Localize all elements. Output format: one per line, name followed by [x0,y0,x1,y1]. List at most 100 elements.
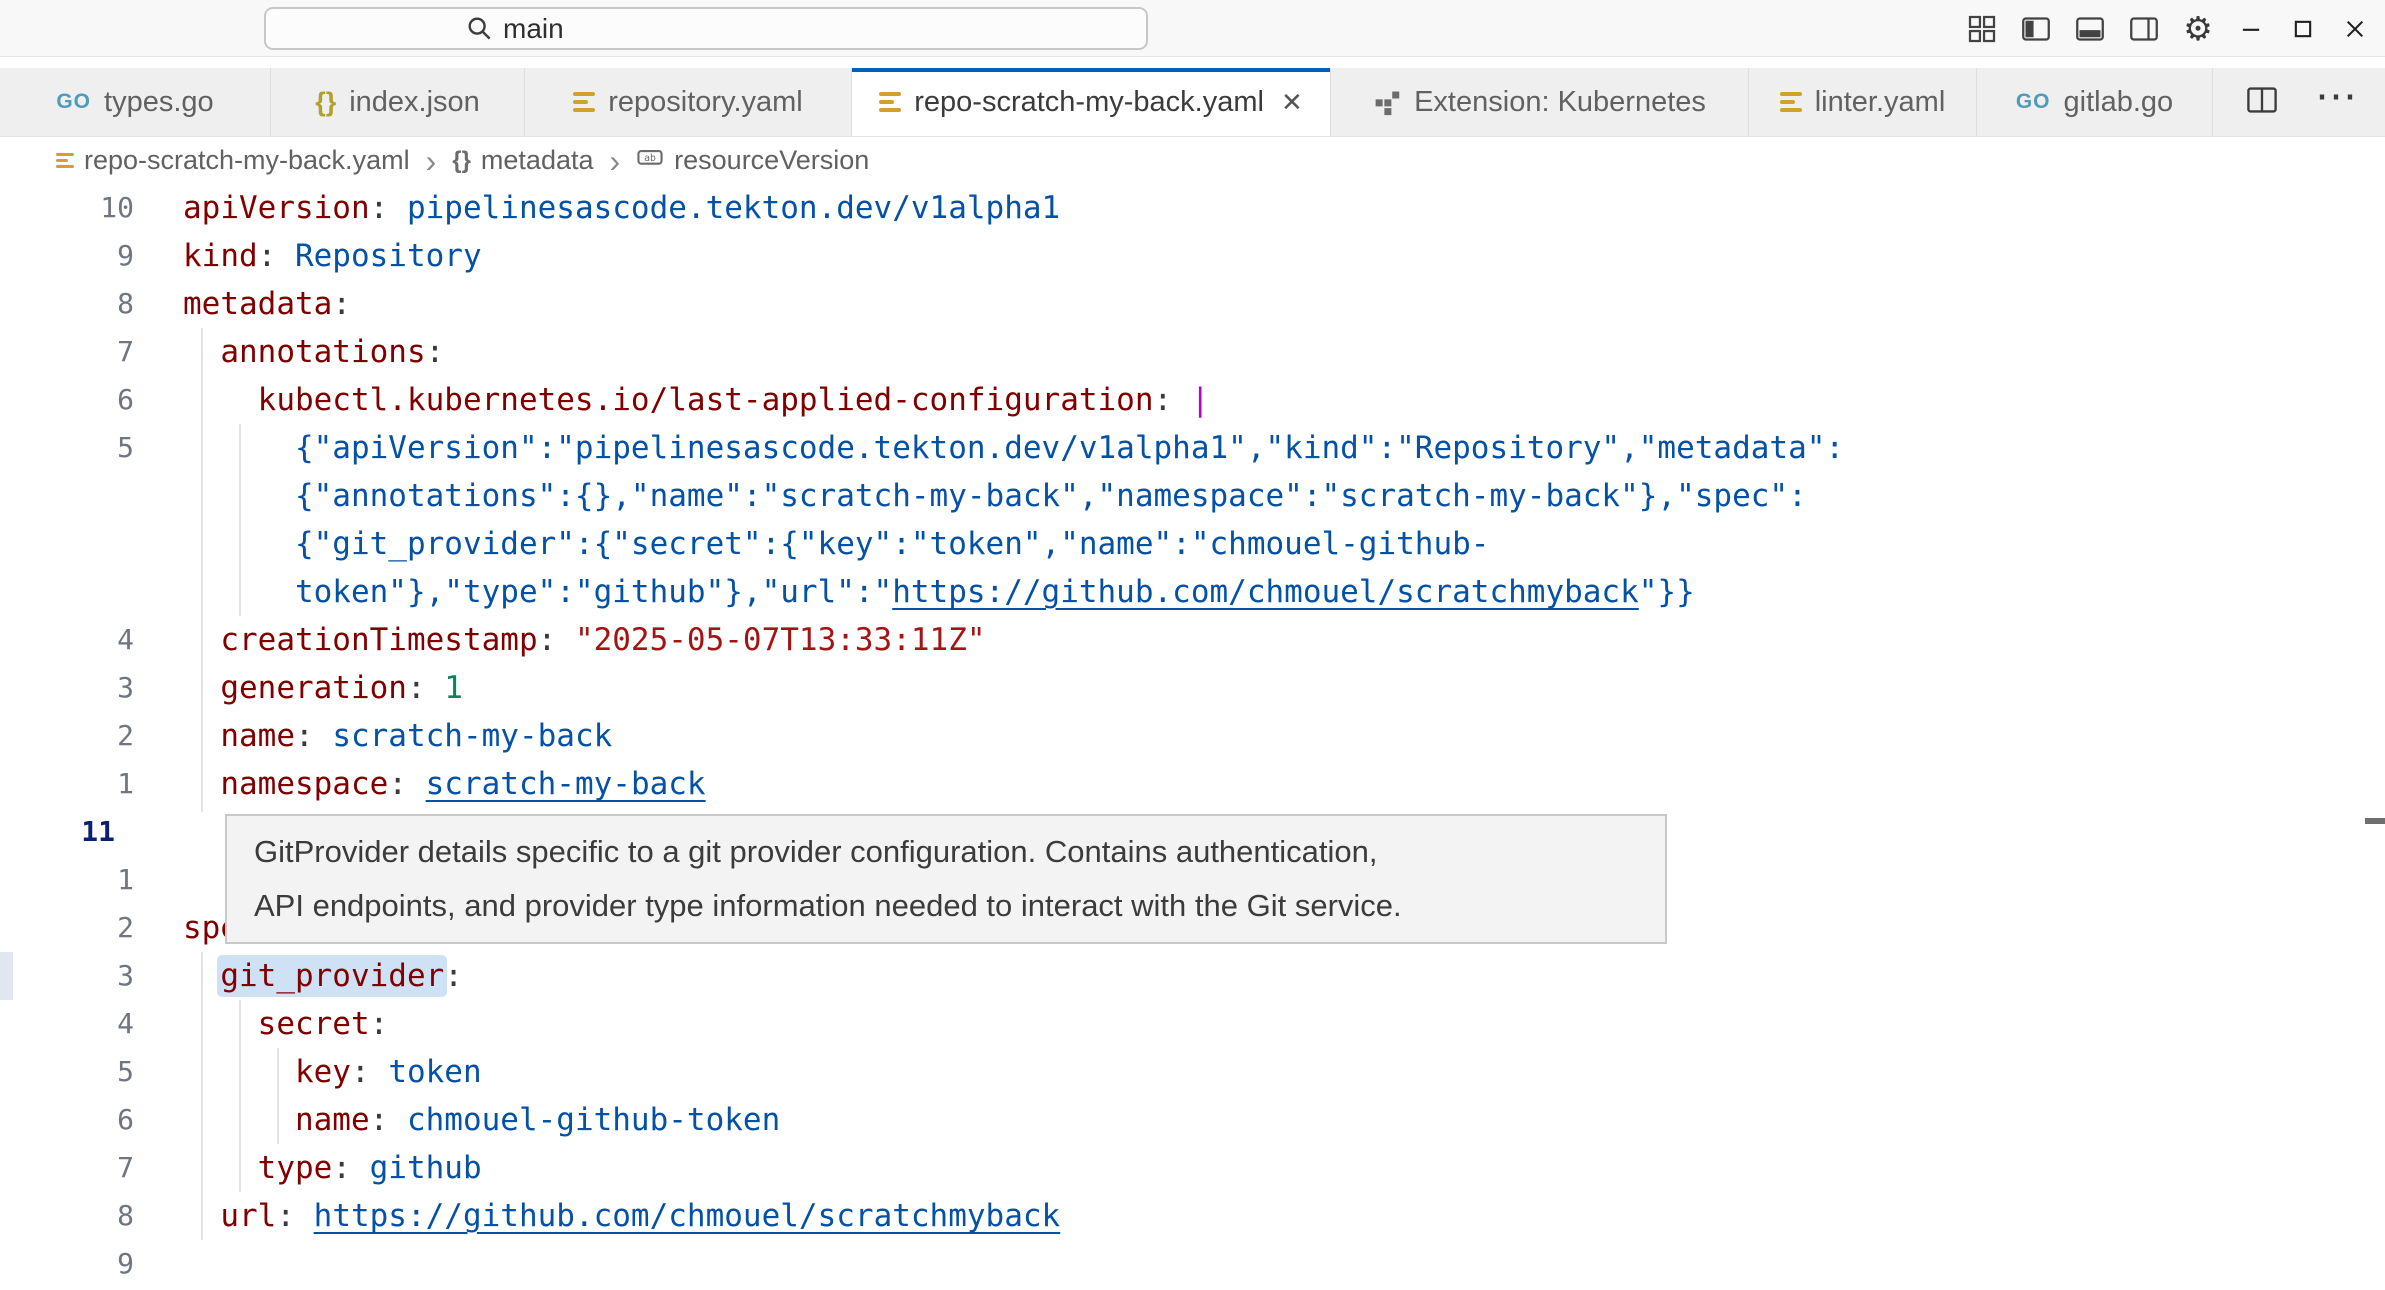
code-token: annotations [183,334,426,370]
title-bar: main ⚙ [0,0,2385,57]
settings-gear-icon[interactable]: ⚙ [2175,7,2221,51]
breadcrumb-member-resourceversion[interactable]: ab resourceVersion [636,143,869,178]
code-token: {"annotations":{},"name":"scratch-my-bac… [183,478,1807,514]
code-link[interactable]: https://github.com/chmouel/scratchmyback [314,1198,1061,1234]
symbol-string-icon: ab [636,143,664,178]
line-number[interactable] [0,520,134,568]
tab-bar: GOtypes.go{}index.jsonrepository.yamlrep… [0,68,2385,137]
command-center-label: main [503,13,564,45]
code-link[interactable]: scratch-my-back [426,766,706,802]
code-line[interactable]: 4 creationTimestamp: "2025-05-07T13:33:1… [0,616,2385,664]
code-text: {"git_provider":{"secret":{"key":"token"… [134,520,1489,568]
line-number[interactable] [0,568,134,616]
breadcrumb-symbol-metadata[interactable]: {} metadata [452,145,593,176]
line-number[interactable]: 10 [0,184,134,232]
code-token: : [370,190,407,226]
editor-scrollbar[interactable] [2365,184,2385,1290]
code-token: {"git_provider":{"secret":{"key":"token"… [183,526,1489,562]
breadcrumb-file[interactable]: repo-scratch-my-back.yaml [56,145,410,176]
code-line[interactable]: 3 git_provider: [0,952,2385,1000]
close-tab-icon[interactable]: ✕ [1281,87,1303,118]
code-token: : [388,766,425,802]
toggle-primary-sidebar-icon[interactable] [2013,7,2059,51]
line-number[interactable]: 9 [0,232,134,280]
code-token: type [183,1150,332,1186]
command-center-search[interactable]: main [264,7,1148,50]
toggle-secondary-sidebar-icon[interactable] [2121,7,2167,51]
tab-label: index.json [349,86,480,119]
tab-repo-scratch-my-back-yaml[interactable]: repo-scratch-my-back.yaml✕ [852,68,1331,136]
tab-types-go[interactable]: GOtypes.go [0,68,271,136]
code-text: url: https://github.com/chmouel/scratchm… [134,1192,1060,1240]
tab-extension-kubernetes[interactable]: Extension: Kubernetes [1331,68,1749,136]
yaml-file-icon [573,92,595,112]
code-line[interactable]: 6 name: chmouel-github-token [0,1096,2385,1144]
customize-layout-icon[interactable] [1959,7,2005,51]
svg-text:ab: ab [644,153,656,164]
code-token: pipelinesascode.tekton.dev/v1alpha1 [407,190,1060,226]
code-line[interactable]: {"annotations":{},"name":"scratch-my-bac… [0,472,2385,520]
code-line[interactable]: 10apiVersion: pipelinesascode.tekton.dev… [0,184,2385,232]
code-line[interactable]: 8metadata: [0,280,2385,328]
code-line[interactable]: 7 annotations: [0,328,2385,376]
breadcrumb-separator-icon: › [610,145,621,177]
symbol-object-icon: {} [452,147,471,175]
code-text: metadata: [134,280,351,328]
toggle-panel-icon[interactable] [2067,7,2113,51]
more-actions-icon[interactable]: ⋯ [2315,85,2357,120]
code-line[interactable]: 2 name: scratch-my-back [0,712,2385,760]
code-line[interactable]: 6 kubectl.kubernetes.io/last-applied-con… [0,376,2385,424]
line-number[interactable]: 6 [0,1096,134,1144]
line-number[interactable]: 8 [0,1192,134,1240]
code-line[interactable]: token"},"type":"github"},"url":"https://… [0,568,2385,616]
line-number[interactable]: 4 [0,616,134,664]
code-text: token"},"type":"github"},"url":"https://… [134,568,1695,616]
code-token: token [388,1054,481,1090]
line-number[interactable] [0,472,134,520]
line-number[interactable]: 6 [0,376,134,424]
breadcrumb-file-label: repo-scratch-my-back.yaml [84,145,410,176]
line-number[interactable]: 7 [0,1144,134,1192]
active-line-number[interactable]: 11 [0,808,115,856]
code-token: namespace [183,766,388,802]
code-line[interactable]: 3 generation: 1 [0,664,2385,712]
code-token: 1 [444,670,463,706]
line-number[interactable]: 5 [0,1048,134,1096]
tab-linter-yaml[interactable]: linter.yaml [1749,68,1977,136]
line-number[interactable]: 2 [0,712,134,760]
line-number[interactable]: 4 [0,1000,134,1048]
code-line[interactable]: 9kind: Repository [0,232,2385,280]
code-line[interactable]: 8 url: https://github.com/chmouel/scratc… [0,1192,2385,1240]
code-link[interactable]: https://github.com/chmouel/scratchmyback [892,574,1639,610]
editor[interactable]: 10apiVersion: pipelinesascode.tekton.dev… [0,184,2385,1290]
line-number[interactable]: 1 [0,760,134,808]
code-line[interactable]: 1 namespace: scratch-my-back [0,760,2385,808]
tab-gitlab-go[interactable]: GOgitlab.go [1977,68,2213,136]
code-text: kubectl.kubernetes.io/last-applied-confi… [134,376,1210,424]
split-editor-icon[interactable] [2245,83,2279,122]
code-line[interactable]: 9 [0,1240,2385,1288]
code-text: key: token [134,1048,482,1096]
line-number[interactable]: 5 [0,424,134,472]
close-window-icon[interactable] [2333,7,2377,51]
code-text: kind: Repository [134,232,482,280]
code-line[interactable]: 4 secret: [0,1000,2385,1048]
line-number[interactable]: 2 [0,904,134,952]
code-line[interactable]: 7 type: github [0,1144,2385,1192]
line-number[interactable]: 1 [0,856,134,904]
code-line[interactable]: 5 {"apiVersion":"pipelinesascode.tekton.… [0,424,2385,472]
code-line[interactable]: 5 key: token [0,1048,2385,1096]
code-text: annotations: [134,328,444,376]
line-number[interactable]: 9 [0,1240,134,1288]
tab-index-json[interactable]: {}index.json [271,68,525,136]
code-line[interactable]: {"git_provider":{"secret":{"key":"token"… [0,520,2385,568]
tab-repository-yaml[interactable]: repository.yaml [525,68,852,136]
maximize-window-icon[interactable] [2281,7,2325,51]
line-number[interactable]: 3 [0,952,134,1000]
line-number[interactable]: 3 [0,664,134,712]
code-token: kind [183,238,258,274]
line-number[interactable]: 8 [0,280,134,328]
line-number[interactable]: 7 [0,328,134,376]
minimize-window-icon[interactable] [2229,7,2273,51]
code-token: : [351,1054,388,1090]
